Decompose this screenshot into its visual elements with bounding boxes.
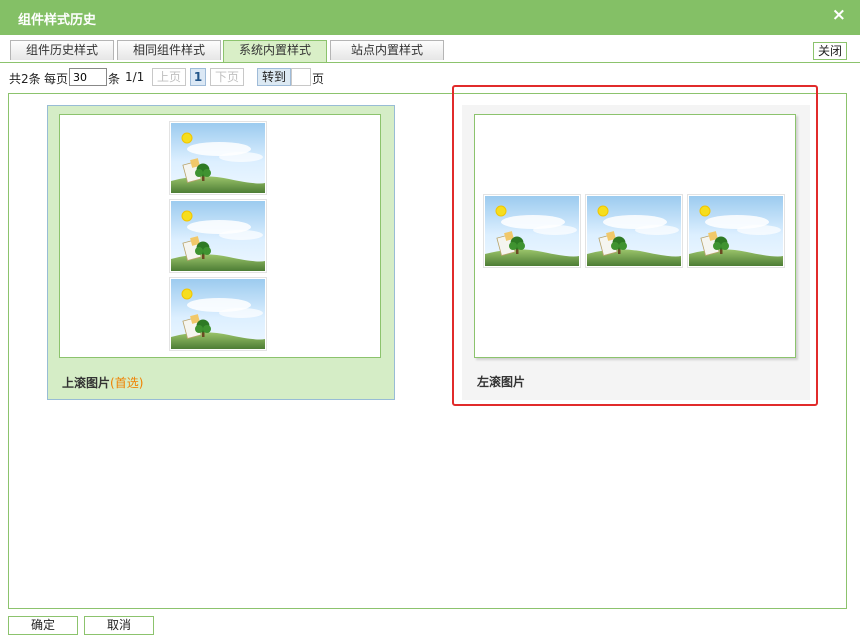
ok-button[interactable]: 确定 — [8, 616, 78, 635]
landscape-icon — [171, 279, 265, 349]
thumbnail-image — [169, 199, 267, 273]
tab-component-history[interactable]: 组件历史样式 — [10, 40, 114, 60]
prev-page-button[interactable]: 上页 — [152, 68, 186, 86]
thumbnail-image — [169, 121, 267, 195]
pager-page-info: 1/1 — [125, 70, 145, 84]
dialog-titlebar: 组件样式历史 × — [0, 0, 860, 35]
close-button[interactable]: 关闭 — [812, 42, 847, 60]
pager-total: 共2条 — [9, 72, 41, 86]
goto-page-input[interactable] — [291, 68, 311, 86]
thumbnail-image — [585, 194, 683, 268]
pager-per-page-label: 每页 — [44, 72, 69, 86]
cancel-button[interactable]: 取消 — [84, 616, 154, 635]
style-name: 左滚图片 — [477, 375, 526, 389]
thumbnail-image — [687, 194, 785, 268]
landscape-icon — [171, 201, 265, 271]
next-page-button[interactable]: 下页 — [210, 68, 244, 86]
current-page[interactable]: 1 — [190, 68, 206, 86]
landscape-icon — [485, 196, 579, 266]
style-list: 上滚图片(首选) 左滚图片 — [8, 93, 847, 609]
pager-page-suffix: 页 — [312, 72, 325, 86]
style-card-vertical-scroll[interactable]: 上滚图片(首选) — [47, 105, 395, 400]
dialog-title: 组件样式历史 — [18, 13, 97, 28]
pager-unit: 条 — [108, 72, 121, 86]
style-preview — [59, 114, 381, 358]
thumbnail-image — [483, 194, 581, 268]
style-card-horizontal-scroll[interactable]: 左滚图片 — [462, 105, 810, 400]
style-label: 左滚图片 — [477, 373, 525, 390]
style-preview — [474, 114, 796, 358]
close-icon[interactable]: × — [832, 7, 846, 24]
per-page-input[interactable] — [69, 68, 107, 86]
tab-same-component[interactable]: 相同组件样式 — [117, 40, 221, 60]
landscape-icon — [689, 196, 783, 266]
style-name: 上滚图片 — [62, 376, 111, 390]
tab-site-builtin[interactable]: 站点内置样式 — [330, 40, 444, 60]
landscape-icon — [587, 196, 681, 266]
style-label: 上滚图片(首选) — [62, 374, 143, 391]
tab-bar: 组件历史样式 相同组件样式 系统内置样式 站点内置样式 关闭 — [0, 35, 860, 63]
preferred-badge: (首选) — [110, 376, 144, 390]
tab-system-builtin[interactable]: 系统内置样式 — [223, 40, 327, 62]
landscape-icon — [171, 123, 265, 193]
thumbnail-image — [169, 277, 267, 351]
goto-button[interactable]: 转到 — [257, 68, 291, 86]
